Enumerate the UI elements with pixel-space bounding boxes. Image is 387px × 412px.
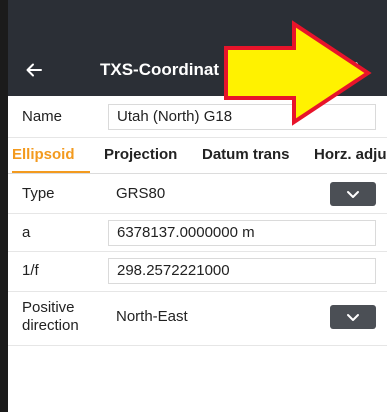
tab-ellipsoid[interactable]: Ellipsoid	[12, 146, 75, 164]
tab-bar: Ellipsoid Projection Datum trans Horz. a…	[8, 138, 387, 174]
tab-horz-adjustment[interactable]: Horz. adju	[314, 146, 387, 164]
type-label: Type	[22, 185, 55, 202]
back-button[interactable]	[22, 58, 46, 82]
f-field[interactable]: 298.2572221000	[108, 258, 376, 284]
chevron-down-icon	[347, 190, 359, 198]
type-row: Type GRS80	[8, 174, 387, 214]
name-label: Name	[22, 108, 63, 125]
direction-dropdown-button[interactable]	[330, 305, 376, 329]
a-field[interactable]: 6378137.0000000 m	[108, 220, 376, 246]
page-title: TXS-Coordinat	[100, 60, 219, 79]
type-dropdown-button[interactable]	[330, 182, 376, 206]
f-label: 1/f	[22, 262, 39, 279]
arrow-left-icon	[26, 63, 42, 77]
chevron-down-icon	[347, 313, 359, 321]
annotation-arrow-icon	[224, 20, 372, 126]
content-empty-area	[8, 356, 387, 412]
inverse-flattening-row: 1/f 298.2572221000	[8, 252, 387, 292]
tab-datum-trans[interactable]: Datum trans	[202, 146, 290, 164]
app-screen: TXS-Coordinat Name Utah (North) G18 Elli…	[8, 0, 387, 412]
positive-direction-row: Positive direction North-East	[8, 292, 387, 346]
direction-label-line2: direction	[22, 317, 79, 334]
direction-label-line1: Positive	[22, 299, 75, 316]
a-label: a	[22, 224, 31, 241]
semi-major-axis-row: a 6378137.0000000 m	[8, 214, 387, 252]
tab-projection[interactable]: Projection	[104, 146, 177, 164]
